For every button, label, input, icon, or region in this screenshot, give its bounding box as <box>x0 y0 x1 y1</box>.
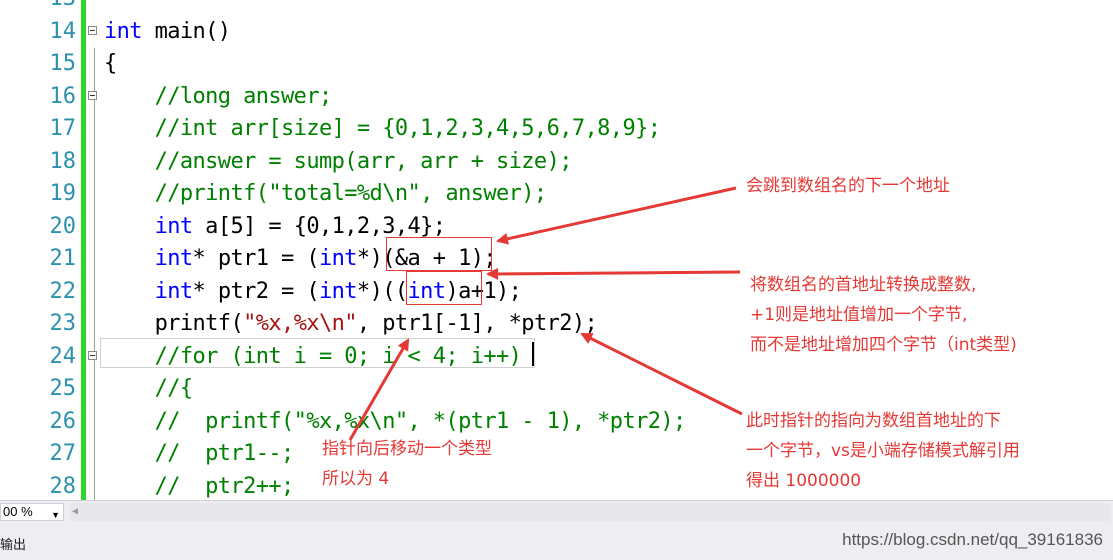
note1-line-1: 会跳到数组名的下一个地址 <box>746 176 950 196</box>
watermark: https://blog.csdn.net/qq_39161836 <box>842 530 1103 549</box>
note3-line-3: 得出 1000000 <box>746 471 862 491</box>
code-editor[interactable]: 1314int main()15{16 //long answer;17 //i… <box>0 0 1113 500</box>
annotation-note-4: 指针向后移动一个类型 所以为 4 <box>322 434 492 494</box>
note4-line-1: 指针向后移动一个类型 <box>322 439 492 459</box>
output-panel-header: 输出 https://blog.csdn.net/qq_39161836 <box>0 524 1113 560</box>
note2-line-2: +1则是地址值增加一个字节, <box>750 305 968 325</box>
horizontal-scrollbar[interactable] <box>70 503 1110 521</box>
arrow-2 <box>486 267 741 280</box>
annotation-note-2: 将数组名的首地址转换成整数, +1则是地址值增加一个字节, 而不是地址增加四个字… <box>750 270 1017 360</box>
annotation-note-3: 此时指针的指向为数组首地址的下 一个字节，vs是小端存储模式解引用 得出 100… <box>746 406 1020 496</box>
output-tab[interactable]: 输出 <box>0 534 26 553</box>
zoom-dropdown[interactable]: 00 % ▼ <box>0 503 64 521</box>
editor-bottom-bar: 00 % ▼ ◀ <box>0 500 1113 524</box>
chevron-down-icon: ▼ <box>51 510 60 520</box>
note4-line-2: 所以为 4 <box>322 469 390 489</box>
scroll-left-arrow-icon[interactable]: ◀ <box>72 506 78 517</box>
arrow-1 <box>496 186 737 245</box>
note2-line-1: 将数组名的首地址转换成整数, <box>750 275 977 295</box>
annotation-note-1: 会跳到数组名的下一个地址 <box>746 171 950 201</box>
arrow-3 <box>580 332 743 416</box>
note2-line-3: 而不是地址增加四个字节（int类型) <box>750 335 1017 355</box>
note3-line-2: 一个字节，vs是小端存储模式解引用 <box>746 441 1020 461</box>
note3-line-1: 此时指针的指向为数组首地址的下 <box>746 411 1001 431</box>
arrow-4 <box>348 338 410 441</box>
zoom-value: 00 % <box>3 504 33 519</box>
